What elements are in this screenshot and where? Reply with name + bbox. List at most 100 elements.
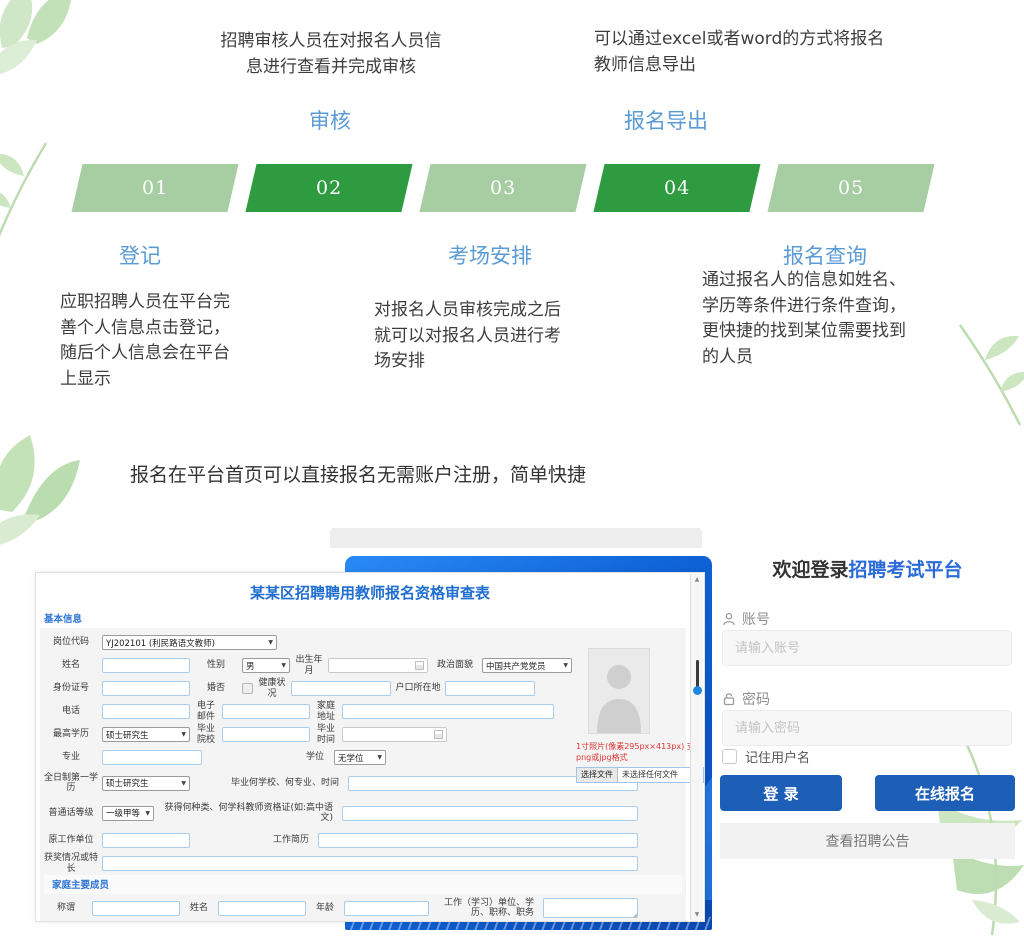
form-title: 某某区招聘聘用教师报名资格审查表 [36, 573, 704, 609]
field-label: 称谓 [44, 903, 88, 913]
awards-input[interactable] [102, 856, 638, 871]
field-label: 最高学历 [44, 729, 98, 739]
field-label: 获得何种类、何学科教师资格证(如:高中语文) [158, 803, 338, 824]
family-age-input[interactable] [344, 901, 429, 916]
major-input[interactable] [102, 750, 202, 765]
job-code-select[interactable]: YJ202101 (利民路语文教师)▼ [102, 635, 277, 650]
account-label: 账号 [722, 609, 770, 629]
step-02: 02 [245, 164, 412, 212]
user-icon [722, 612, 736, 626]
field-label: 身份证号 [44, 683, 98, 693]
chevron-down-icon: ▼ [145, 810, 150, 817]
select-value: YJ202101 (利民路语文教师) [106, 637, 215, 649]
step-number: 01 [142, 177, 168, 199]
health-input[interactable] [291, 681, 391, 696]
previous-employer-input[interactable] [102, 833, 190, 848]
fern-decoration [950, 320, 1024, 430]
family-title-input[interactable] [92, 901, 180, 916]
file-status-text: 未选择任何文件 [618, 769, 678, 780]
photo-placeholder [588, 648, 650, 734]
field-label: 姓名 [184, 903, 214, 913]
step-number: 04 [664, 177, 690, 199]
form-row: 获奖情况或特长 [44, 852, 682, 875]
field-label: 毕业时间 [314, 724, 338, 745]
graduate-time-input[interactable] [342, 727, 447, 742]
address-input[interactable] [342, 704, 554, 719]
login-button[interactable]: 登 录 [720, 775, 842, 811]
remember-username-option[interactable]: 记住用户名 [722, 747, 810, 766]
work-resume-input[interactable] [318, 833, 638, 848]
phone-input[interactable] [102, 704, 190, 719]
field-label: 户口所在地 [395, 683, 441, 693]
name-input[interactable] [102, 658, 190, 673]
scroll-up-icon[interactable]: ▲ [691, 576, 703, 583]
form-row: 专业 学位 无学位▼ [44, 746, 574, 769]
fern-decoration [0, 138, 56, 248]
step-number: 05 [838, 177, 864, 199]
scroll-down-icon[interactable]: ▼ [691, 911, 703, 918]
household-input[interactable] [445, 681, 535, 696]
field-label: 年龄 [310, 903, 340, 913]
application-form: 某某区招聘聘用教师报名资格审查表 基本信息 岗位代码 YJ202101 (利民路… [35, 572, 705, 922]
file-upload-control[interactable]: 选择文件 未选择任何文件 [576, 767, 704, 783]
select-value: 一级甲等 [106, 807, 140, 819]
certificate-input[interactable] [342, 806, 638, 821]
choose-file-button[interactable]: 选择文件 [577, 768, 618, 782]
step5-title: 报名查询 [747, 240, 903, 270]
chevron-down-icon: ▼ [377, 754, 382, 761]
section-family-members: 家庭主要成员 [44, 875, 682, 894]
fulltime-education-select[interactable]: 硕士研究生▼ [102, 776, 190, 791]
password-label: 密码 [722, 689, 770, 709]
step-01: 01 [71, 164, 238, 212]
form-row: 岗位代码 YJ202101 (利民路语文教师)▼ [44, 631, 574, 654]
step4-description: 可以通过excel或者word的方式将报名教师信息导出 [594, 26, 886, 79]
political-status-select[interactable]: 中国共产党党员▼ [482, 658, 572, 673]
view-announcement-link[interactable]: 查看招聘公告 [720, 823, 1015, 859]
family-name-input[interactable] [218, 901, 306, 916]
field-label: 婚否 [194, 683, 238, 693]
step5-description: 通过报名人的信息如姓名、学历等条件进行条件查询，更快捷的找到某位需要找到的人员 [702, 268, 920, 370]
email-input[interactable] [222, 704, 310, 719]
field-label: 出生年月 [294, 655, 324, 676]
password-input[interactable] [722, 710, 1012, 746]
login-panel: 欢迎登录招聘考试平台 账号 密码 记住用户名 登 录 在线报名 查看招聘公告 [720, 545, 1015, 875]
chevron-down-icon: ▼ [181, 731, 186, 738]
field-label: 毕业何学校、何专业、时间 [194, 778, 344, 788]
field-label: 获奖情况或特长 [44, 853, 98, 874]
field-label: 原工作单位 [44, 835, 98, 845]
field-label: 学位 [300, 752, 330, 762]
form-row: 称谓 姓名 年龄 工作（学习）单位、学历、职称、职务 [44, 894, 682, 922]
lock-icon [722, 692, 736, 706]
remember-label: 记住用户名 [745, 747, 810, 766]
field-label: 政治面貌 [432, 660, 478, 670]
married-checkbox[interactable] [242, 683, 253, 694]
degree-select[interactable]: 无学位▼ [334, 750, 386, 765]
birth-date-input[interactable] [328, 658, 428, 673]
form-scrollbar[interactable]: ▲ ▼ [690, 574, 703, 920]
highest-education-select[interactable]: 硕士研究生▼ [102, 727, 190, 742]
field-label: 工作简历 [194, 835, 314, 845]
step1-title: 登记 [62, 240, 218, 270]
photo-requirement-note: 1寸照片(像素295px×413px) 支持png或jpg格式 [576, 742, 705, 764]
chevron-down-icon: ▼ [563, 662, 568, 669]
form-body: 岗位代码 YJ202101 (利民路语文教师)▼ 姓名 性别 男▼ 出生年月 政… [40, 628, 686, 922]
field-label: 全日制第一学历 [44, 773, 98, 794]
step3-title: 考场安排 [412, 240, 568, 270]
form-row: 姓名 性别 男▼ 出生年月 政治面貌 中国共产党党员▼ [44, 654, 574, 677]
step2-description: 招聘审核人员在对报名人员信息进行查看并完成审核 [215, 28, 447, 81]
person-silhouette-icon [591, 653, 647, 733]
signup-heading: 报名在平台首页可以直接报名无需账户注册，简单快捷 [130, 460, 586, 487]
mandarin-level-select[interactable]: 一级甲等 ▼ [102, 806, 154, 821]
online-register-button[interactable]: 在线报名 [875, 775, 1015, 811]
browser-window-edge [330, 528, 702, 548]
id-number-input[interactable] [102, 681, 190, 696]
account-input[interactable] [722, 630, 1012, 666]
field-label: 岗位代码 [44, 637, 98, 647]
gender-select[interactable]: 男▼ [242, 658, 290, 673]
field-label: 电子邮件 [194, 701, 218, 722]
remember-checkbox[interactable] [722, 749, 737, 764]
step-05: 05 [767, 164, 934, 212]
login-title: 欢迎登录招聘考试平台 [720, 555, 1015, 582]
family-work-textarea[interactable] [543, 898, 638, 918]
graduate-school-input[interactable] [222, 727, 310, 742]
